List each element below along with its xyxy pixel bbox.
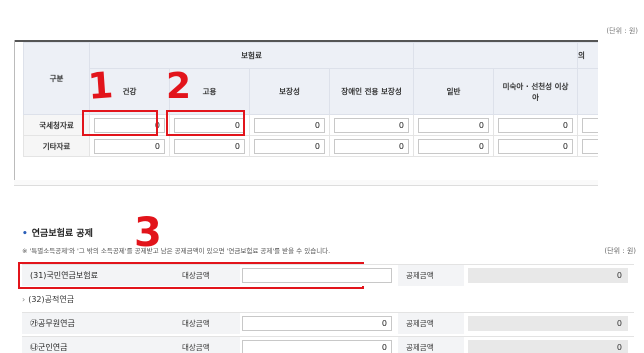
insurance-group-header: 보험료 [88, 42, 415, 69]
cell: 0 [328, 114, 415, 136]
cell: 0 [89, 135, 170, 157]
col-header-partial [577, 68, 598, 115]
cell: 0 [493, 135, 579, 157]
premature-input-nts[interactable]: 0 [498, 117, 574, 133]
unit-label-top: (단위 : 원) [606, 27, 638, 35]
coverage-input-other[interactable]: 0 [254, 138, 325, 154]
coverage-input-nts[interactable]: 0 [254, 117, 325, 133]
partial-group-header: 의 [577, 42, 598, 69]
military-pension-target-input[interactable]: 0 [242, 340, 392, 353]
cell: 0 [240, 312, 398, 334]
cell: 0 [464, 264, 634, 286]
col-header-coverage: 보장성 [249, 68, 330, 115]
cell: 0 [249, 135, 330, 157]
pension-section-title: • 연금보험료 공제 [22, 226, 93, 239]
row-label-nts: 국세청자료 [23, 114, 90, 136]
deduction-amount-label: 공제금액 [398, 312, 464, 334]
cell: 0 [464, 312, 634, 334]
public-pension-row-label: ㉮공무원연금 [22, 312, 174, 334]
row-label-other: 기타자료 [23, 135, 90, 157]
public-pension-row: ㉮공무원연금 대상금액 0 공제금액 0 [22, 312, 634, 334]
pension-note: ※ '특별소득공제'와 '그 밖의 소득공제'를 공제받고 남은 공제금액이 있… [22, 247, 331, 255]
bullet-icon: • [22, 229, 28, 239]
national-pension-deduction-value: 0 [468, 268, 628, 283]
cell: 0 [493, 114, 579, 136]
public-pension-heading-text: (32)공적연금 [28, 295, 75, 304]
chevron-right-icon: › [22, 295, 26, 304]
deduction-amount-label: 공제금액 [398, 264, 464, 286]
partial-input-nts[interactable] [582, 117, 598, 133]
general-input-other[interactable]: 0 [418, 138, 490, 154]
general-input-nts[interactable]: 0 [418, 117, 490, 133]
highlight-box-employment [166, 110, 245, 136]
employment-input-other[interactable]: 0 [174, 138, 245, 154]
civil-servant-pension-deduction-value: 0 [468, 316, 628, 331]
cell [577, 135, 598, 157]
unit-label-pension: (단위 : 원) [604, 247, 636, 255]
cell: 0 [413, 135, 495, 157]
civil-servant-pension-target-input[interactable]: 0 [242, 316, 392, 331]
table-bottom-strip [14, 180, 598, 186]
health-input-other[interactable]: 0 [94, 138, 165, 154]
deduction-amount-label: 공제금액 [398, 336, 464, 353]
cell: 0 [240, 336, 398, 353]
national-pension-target-input[interactable] [242, 268, 392, 283]
col-header-disabled-coverage: 장애인 전용 보장성 [328, 68, 415, 115]
pension-title-text: 연금보험료 공제 [31, 229, 93, 239]
cell: 0 [464, 336, 634, 353]
partial-input-other[interactable] [582, 138, 598, 154]
cell: 0 [328, 135, 415, 157]
annotation-mark-1: 1 [86, 65, 115, 108]
cell: 0 [413, 114, 495, 136]
cell [577, 114, 598, 136]
group-header-blank [413, 42, 579, 69]
target-amount-label: 대상금액 [174, 312, 240, 334]
premature-input-other[interactable]: 0 [498, 138, 574, 154]
target-amount-label: 대상금액 [174, 336, 240, 353]
national-pension-row: (31)국민연금보험료 대상금액 공제금액 0 [22, 264, 634, 286]
highlight-box-health [82, 110, 158, 136]
annotation-mark-2: 2 [166, 66, 192, 107]
col-header-premature: 미숙아 · 선천성 이상아 [493, 68, 579, 115]
national-pension-label: (31)국민연금보험료 [22, 264, 174, 286]
public-pension-row: ㉯군인연금 대상금액 0 공제금액 0 [22, 336, 634, 353]
disabled-coverage-input-nts[interactable]: 0 [334, 117, 410, 133]
cell [240, 264, 398, 286]
target-amount-label: 대상금액 [174, 264, 240, 286]
row-header-label: 구분 [23, 42, 90, 115]
public-pension-row-label: ㉯군인연금 [22, 336, 174, 353]
disabled-coverage-input-other[interactable]: 0 [334, 138, 410, 154]
military-pension-deduction-value: 0 [468, 340, 628, 353]
cell: 0 [249, 114, 330, 136]
col-header-general: 일반 [413, 68, 495, 115]
public-pension-heading: › (32)공적연금 [22, 294, 74, 305]
table-row: 기타자료 0 0 0 0 0 0 [23, 135, 598, 157]
cell: 0 [169, 135, 250, 157]
